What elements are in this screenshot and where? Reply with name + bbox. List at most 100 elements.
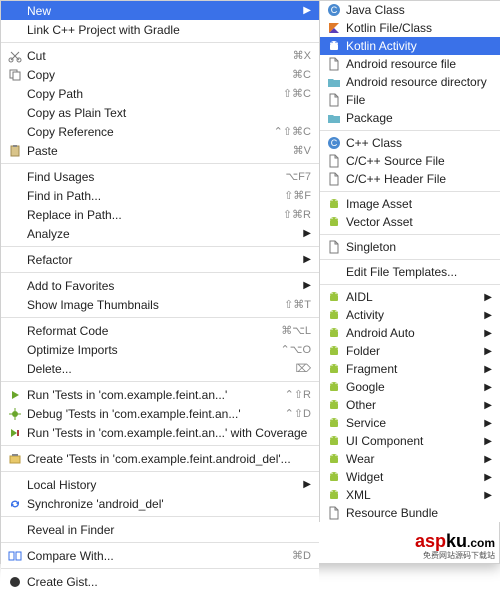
menu-item-label: Android resource directory xyxy=(346,75,492,89)
submenu-arrow-icon: ▶ xyxy=(484,328,492,339)
folder-icon xyxy=(326,74,342,90)
main-item-refactor[interactable]: Refactor▶ xyxy=(1,250,319,269)
sub-item-edit-templates[interactable]: Edit File Templates... xyxy=(320,263,500,281)
blank-icon xyxy=(7,105,23,121)
sub-item-cpp-src[interactable]: C/C++ Source File xyxy=(320,152,500,170)
main-item-cut[interactable]: Cut⌘X xyxy=(1,46,319,65)
main-item-debug[interactable]: Debug 'Tests in 'com.example.feint.an...… xyxy=(1,404,319,423)
shortcut: ⌘V xyxy=(293,144,311,157)
menu-item-label: Add to Favorites xyxy=(27,279,299,293)
sub-item-fragment[interactable]: Fragment▶ xyxy=(320,360,500,378)
sub-item-activity[interactable]: Activity▶ xyxy=(320,306,500,324)
sub-item-file[interactable]: File xyxy=(320,91,500,109)
sub-item-res-file[interactable]: Android resource file xyxy=(320,55,500,73)
main-item-paste[interactable]: Paste⌘V xyxy=(1,141,319,160)
sub-item-service[interactable]: Service▶ xyxy=(320,414,500,432)
menu-item-label: Compare With... xyxy=(27,549,286,563)
main-item-reformat[interactable]: Reformat Code⌘⌥L xyxy=(1,321,319,340)
shortcut: ⌦ xyxy=(295,362,311,375)
main-item-new[interactable]: New▶ xyxy=(1,1,319,20)
main-item-copy-plain[interactable]: Copy as Plain Text xyxy=(1,103,319,122)
sub-item-aidl[interactable]: AIDL▶ xyxy=(320,288,500,306)
main-item-optimize[interactable]: Optimize Imports⌃⌥O xyxy=(1,340,319,359)
separator xyxy=(320,259,500,260)
sub-item-other[interactable]: Other▶ xyxy=(320,396,500,414)
sub-item-kotlin-file[interactable]: Kotlin File/Class xyxy=(320,19,500,37)
menu-item-label: Folder xyxy=(346,344,480,358)
main-item-reveal[interactable]: Reveal in Finder xyxy=(1,520,319,539)
sub-item-package[interactable]: Package xyxy=(320,109,500,127)
main-item-delete[interactable]: Delete...⌦ xyxy=(1,359,319,378)
sub-item-java-class[interactable]: CJava Class xyxy=(320,1,500,19)
main-item-create-tests[interactable]: Create 'Tests in 'com.example.feint.andr… xyxy=(1,449,319,468)
menu-item-label: Copy xyxy=(27,68,286,82)
sub-item-image-asset[interactable]: Image Asset xyxy=(320,195,500,213)
android-icon xyxy=(326,433,342,449)
sub-item-res-dir[interactable]: Android resource directory xyxy=(320,73,500,91)
main-item-synchronize[interactable]: Synchronize 'android_del' xyxy=(1,494,319,513)
main-item-find-usages[interactable]: Find Usages⌥F7 xyxy=(1,167,319,186)
main-item-compare[interactable]: Compare With...⌘D xyxy=(1,546,319,565)
separator xyxy=(320,284,500,285)
sub-item-res-bundle[interactable]: Resource Bundle xyxy=(320,504,500,522)
blank-icon xyxy=(7,297,23,313)
menu-item-label: XML xyxy=(346,488,480,502)
menu-item-label: Run 'Tests in 'com.example.feint.an...' xyxy=(27,388,279,402)
blank-icon xyxy=(7,207,23,223)
main-item-copy-path[interactable]: Copy Path⇧⌘C xyxy=(1,84,319,103)
menu-item-label: AIDL xyxy=(346,290,480,304)
main-item-copy-ref[interactable]: Copy Reference⌃⇧⌘C xyxy=(1,122,319,141)
sub-item-xml[interactable]: XML▶ xyxy=(320,486,500,504)
menu-item-label: File xyxy=(346,93,492,107)
blank-icon xyxy=(7,323,23,339)
menu-item-label: Edit File Templates... xyxy=(346,265,492,279)
create-icon xyxy=(7,451,23,467)
submenu-arrow-icon: ▶ xyxy=(484,346,492,357)
main-item-copy[interactable]: Copy⌘C xyxy=(1,65,319,84)
blank-icon xyxy=(7,252,23,268)
main-item-replace-in-path[interactable]: Replace in Path...⇧⌘R xyxy=(1,205,319,224)
main-item-analyze[interactable]: Analyze▶ xyxy=(1,224,319,243)
main-item-fav[interactable]: Add to Favorites▶ xyxy=(1,276,319,295)
menu-item-label: Run 'Tests in 'com.example.feint.an...' … xyxy=(27,426,311,440)
submenu-arrow-icon: ▶ xyxy=(484,382,492,393)
main-item-gist[interactable]: Create Gist... xyxy=(1,572,319,591)
compare-icon xyxy=(7,548,23,564)
menu-item-label: Debug 'Tests in 'com.example.feint.an...… xyxy=(27,407,279,421)
sub-item-folder[interactable]: Folder ▶ xyxy=(320,342,500,360)
menu-item-label: Vector Asset xyxy=(346,215,492,229)
menu-item-label: Local History xyxy=(27,478,299,492)
sub-item-singleton[interactable]: Singleton xyxy=(320,238,500,256)
submenu-arrow-icon: ▶ xyxy=(484,364,492,375)
main-item-coverage[interactable]: Run 'Tests in 'com.example.feint.an...' … xyxy=(1,423,319,442)
separator xyxy=(1,471,319,472)
sub-item-cpp-hdr[interactable]: C/C++ Header File xyxy=(320,170,500,188)
main-item-thumbs[interactable]: Show Image Thumbnails⇧⌘T xyxy=(1,295,319,314)
submenu-arrow-icon: ▶ xyxy=(303,479,311,490)
class-c-icon: C xyxy=(326,135,342,151)
sub-item-wear[interactable]: Wear▶ xyxy=(320,450,500,468)
sub-item-android-auto[interactable]: Android Auto▶ xyxy=(320,324,500,342)
submenu-arrow-icon: ▶ xyxy=(303,5,311,16)
main-item-run[interactable]: Run 'Tests in 'com.example.feint.an...'⌃… xyxy=(1,385,319,404)
sub-item-ui-component[interactable]: UI Component▶ xyxy=(320,432,500,450)
android-icon xyxy=(326,361,342,377)
menu-item-label: Resource Bundle xyxy=(346,506,492,520)
sub-item-vector-asset[interactable]: Vector Asset xyxy=(320,213,500,231)
svg-text:C: C xyxy=(331,138,338,148)
main-item-link-cpp[interactable]: Link C++ Project with Gradle xyxy=(1,20,319,39)
sub-item-kotlin-activity[interactable]: Kotlin Activity xyxy=(320,37,500,55)
menu-item-label: Wear xyxy=(346,452,480,466)
blank-icon xyxy=(7,361,23,377)
menu-item-label: Copy Path xyxy=(27,87,277,101)
main-item-local-history[interactable]: Local History ▶ xyxy=(1,475,319,494)
android-icon xyxy=(326,487,342,503)
submenu-arrow-icon: ▶ xyxy=(484,436,492,447)
run-icon xyxy=(7,387,23,403)
menu-item-label: Kotlin Activity xyxy=(346,39,492,53)
sub-item-widget[interactable]: Widget▶ xyxy=(320,468,500,486)
main-item-find-in-path[interactable]: Find in Path...⇧⌘F xyxy=(1,186,319,205)
blank-icon xyxy=(7,124,23,140)
sub-item-cpp-class[interactable]: CC++ Class xyxy=(320,134,500,152)
sub-item-google[interactable]: Google▶ xyxy=(320,378,500,396)
